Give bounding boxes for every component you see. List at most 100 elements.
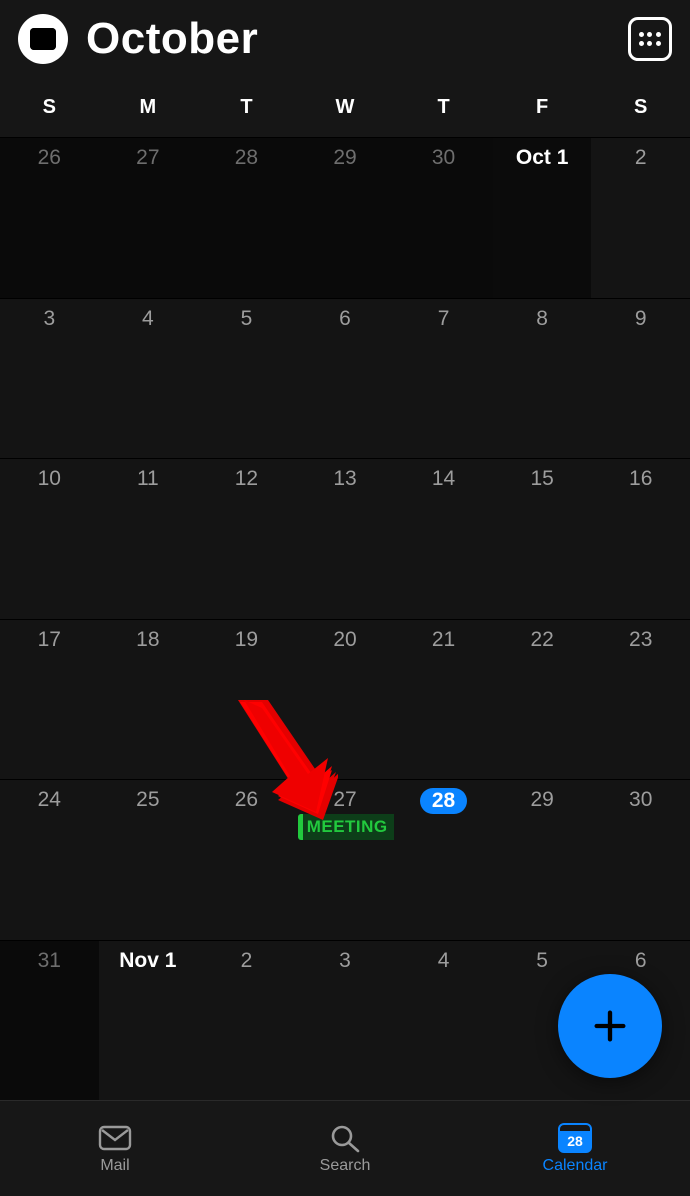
day-number: 11	[99, 467, 198, 491]
day-number: 3	[0, 307, 99, 331]
day-number: 4	[99, 307, 198, 331]
day-cell[interactable]: 31	[0, 940, 99, 1101]
day-number: 27	[296, 788, 395, 812]
day-number: 17	[0, 628, 99, 652]
calendar-glyph	[30, 28, 56, 50]
day-cell[interactable]: 4	[99, 298, 198, 459]
tab-calendar[interactable]: 28 Calendar	[460, 1101, 690, 1196]
day-number: 15	[493, 467, 592, 491]
day-number: 26	[197, 788, 296, 812]
day-cell[interactable]: 6	[296, 298, 395, 459]
day-number: 9	[591, 307, 690, 331]
day-cell[interactable]: 14	[394, 458, 493, 619]
day-cell[interactable]: 3	[0, 298, 99, 459]
day-cell[interactable]: 26	[0, 137, 99, 298]
day-number: 12	[197, 467, 296, 491]
day-number: Nov 1	[99, 949, 198, 973]
day-number: 19	[197, 628, 296, 652]
day-number: 5	[493, 949, 592, 973]
day-cell[interactable]: 25	[99, 779, 198, 940]
day-number: 24	[0, 788, 99, 812]
day-number: 14	[394, 467, 493, 491]
weekday-t: T	[197, 96, 296, 119]
tab-calendar-label: Calendar	[543, 1157, 608, 1175]
search-icon	[328, 1123, 362, 1153]
plus-icon	[590, 1006, 630, 1046]
calendar-tab-icon: 28	[558, 1123, 592, 1153]
day-cell[interactable]: 24	[0, 779, 99, 940]
weekday-f: F	[493, 96, 592, 119]
day-number: 6	[591, 949, 690, 973]
day-number: 31	[0, 949, 99, 973]
app-icon[interactable]	[18, 14, 68, 64]
day-cell[interactable]: 21	[394, 619, 493, 780]
weekday-w: W	[296, 96, 395, 119]
day-cell[interactable]: 2	[591, 137, 690, 298]
day-cell[interactable]: 23	[591, 619, 690, 780]
day-cell[interactable]: 20	[296, 619, 395, 780]
day-number: 23	[591, 628, 690, 652]
day-cell[interactable]: 8	[493, 298, 592, 459]
day-number: 28	[197, 146, 296, 170]
day-cell[interactable]: 13	[296, 458, 395, 619]
tab-search-label: Search	[320, 1157, 371, 1175]
day-cell[interactable]: 4	[394, 940, 493, 1101]
add-event-button[interactable]	[558, 974, 662, 1078]
day-number: 6	[296, 307, 395, 331]
header-left: October	[18, 14, 258, 64]
day-number: 2	[197, 949, 296, 973]
day-number: 5	[197, 307, 296, 331]
day-cell[interactable]: 28	[394, 779, 493, 940]
day-cell[interactable]: 30	[394, 137, 493, 298]
calendar-grid: 2627282930Oct 12345678910111213141516171…	[0, 137, 690, 1100]
day-cell[interactable]: 29	[493, 779, 592, 940]
day-cell[interactable]: 29	[296, 137, 395, 298]
tab-bar: Mail Search 28 Calendar	[0, 1100, 690, 1196]
day-cell[interactable]: 28	[197, 137, 296, 298]
day-cell[interactable]: 15	[493, 458, 592, 619]
day-cell[interactable]: 26	[197, 779, 296, 940]
day-number: 7	[394, 307, 493, 331]
day-cell[interactable]: 30	[591, 779, 690, 940]
day-cell[interactable]: 27MEETING	[296, 779, 395, 940]
day-cell[interactable]: Oct 1	[493, 137, 592, 298]
day-cell[interactable]: 9	[591, 298, 690, 459]
day-number: 8	[493, 307, 592, 331]
day-number: 10	[0, 467, 99, 491]
day-number: 25	[99, 788, 198, 812]
month-title[interactable]: October	[86, 14, 258, 64]
calendar-header: October	[0, 0, 690, 76]
day-number: 16	[591, 467, 690, 491]
tab-search[interactable]: Search	[230, 1101, 460, 1196]
day-cell[interactable]: 7	[394, 298, 493, 459]
weekday-s: S	[0, 96, 99, 119]
day-cell[interactable]: 18	[99, 619, 198, 780]
day-number: 26	[0, 146, 99, 170]
day-cell[interactable]: 19	[197, 619, 296, 780]
day-cell[interactable]: Nov 1	[99, 940, 198, 1101]
day-number: 27	[99, 146, 198, 170]
day-number: 29	[493, 788, 592, 812]
view-switch-button[interactable]	[628, 17, 672, 61]
day-cell[interactable]: 3	[296, 940, 395, 1101]
day-number: 13	[296, 467, 395, 491]
day-cell[interactable]: 5	[197, 298, 296, 459]
day-number: 30	[394, 146, 493, 170]
day-cell[interactable]: 17	[0, 619, 99, 780]
day-cell[interactable]: 12	[197, 458, 296, 619]
tab-mail[interactable]: Mail	[0, 1101, 230, 1196]
day-cell[interactable]: 22	[493, 619, 592, 780]
event-chip[interactable]: MEETING	[298, 814, 395, 840]
day-cell[interactable]: 16	[591, 458, 690, 619]
day-cell[interactable]: 2	[197, 940, 296, 1101]
day-number: 22	[493, 628, 592, 652]
day-cell[interactable]: 10	[0, 458, 99, 619]
day-number: 28	[420, 788, 467, 814]
weekday-m: M	[99, 96, 198, 119]
day-number: 30	[591, 788, 690, 812]
day-cell[interactable]: 27	[99, 137, 198, 298]
mail-icon	[98, 1123, 132, 1153]
grid-icon	[639, 32, 661, 46]
day-cell[interactable]: 11	[99, 458, 198, 619]
day-number: 29	[296, 146, 395, 170]
